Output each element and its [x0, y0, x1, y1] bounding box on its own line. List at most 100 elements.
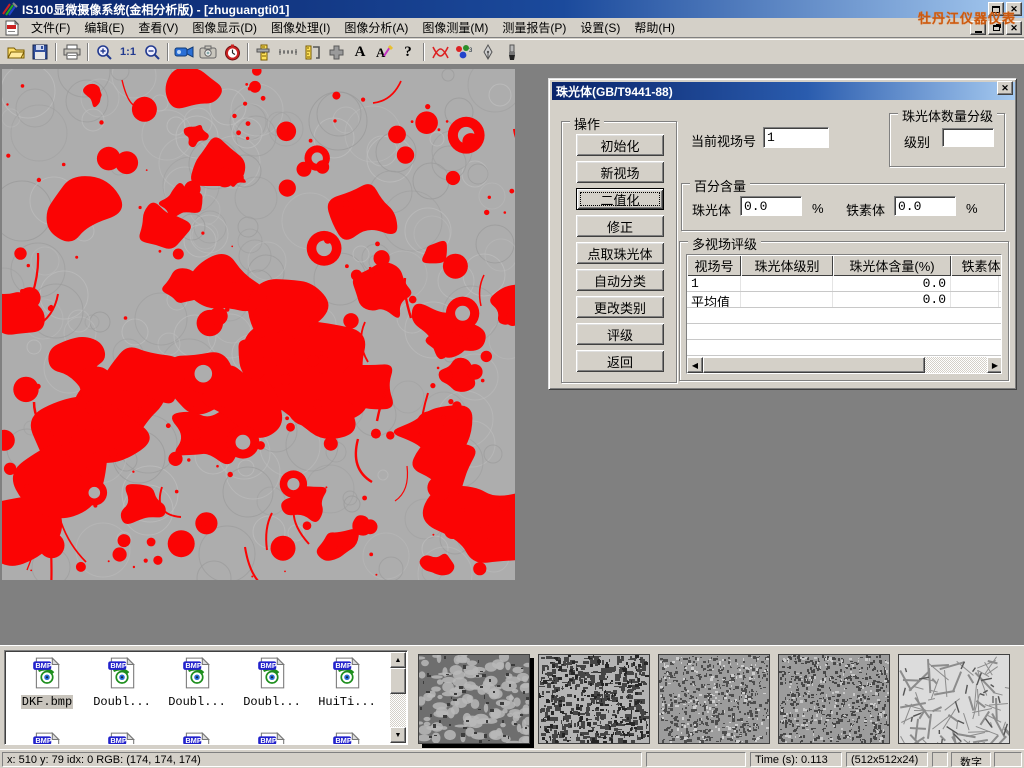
help-button[interactable]: ?	[396, 41, 420, 63]
timer-button[interactable]	[220, 41, 244, 63]
print-button[interactable]	[60, 41, 84, 63]
status-empty-2	[932, 752, 948, 767]
rating-table[interactable]: 视场号 珠光体级别 珠光体含量(%) 铁素体 1 0.0 平均值	[686, 254, 1002, 374]
image-size-status: (512x512x24)	[846, 752, 928, 767]
file-item[interactable]: BMPDoubl...	[161, 656, 233, 709]
file-item-partial[interactable]: BMP	[11, 731, 83, 745]
label-points-button[interactable]: 3	[452, 41, 476, 63]
scroll-left-button[interactable]: ◀	[687, 357, 703, 373]
change-class-button[interactable]: 更改类别	[576, 296, 664, 318]
menu-image-measure[interactable]: 图像测量(M)	[415, 17, 495, 38]
table-hscrollbar[interactable]: ◀ ▶	[687, 357, 1002, 373]
file-item[interactable]: BMP Doubl...	[236, 656, 308, 709]
caliper-measure-button[interactable]	[300, 41, 324, 63]
dialog-close-button[interactable]: ✕	[997, 81, 1013, 95]
app-icon	[2, 2, 18, 16]
scroll-track[interactable]	[703, 357, 987, 373]
file-item[interactable]: BMPHuiTi...	[311, 656, 383, 709]
gallery-panel: BMPDKF.bmpBMPDoubl...BMPDoubl...BMPDoubl…	[0, 645, 1024, 748]
grading-group-label: 珠光体数量分级	[898, 106, 997, 125]
scroll-thumb[interactable]	[390, 668, 406, 694]
svg-text:BMP: BMP	[260, 661, 277, 670]
snapshot-button[interactable]	[196, 41, 220, 63]
mode-status: 数字	[951, 752, 991, 767]
cross-move-icon	[328, 44, 345, 61]
ferrite-percent-input[interactable]	[894, 196, 956, 216]
file-list-vscrollbar[interactable]: ▲▼	[390, 652, 406, 743]
status-empty-3	[994, 752, 1022, 767]
micrograph-image[interactable]	[2, 69, 515, 580]
new-field-button[interactable]: 新视场	[576, 161, 664, 183]
pearlite-percent-input[interactable]	[740, 196, 802, 216]
pick-pearlite-button[interactable]: 点取珠光体	[576, 242, 664, 264]
menu-report[interactable]: 测量报告(P)	[495, 17, 573, 38]
caliper-vertical-button[interactable]	[252, 41, 276, 63]
brush-tool-button[interactable]	[500, 41, 524, 63]
menu-edit[interactable]: 编辑(E)	[77, 17, 131, 38]
scroll-right-button[interactable]: ▶	[987, 357, 1002, 373]
menu-help[interactable]: 帮助(H)	[627, 17, 682, 38]
cell-ferrite	[951, 292, 999, 307]
table-row[interactable]: 1 0.0	[687, 276, 1001, 292]
grade-label: 级别	[904, 132, 930, 151]
binarize-button[interactable]: 二值化	[576, 188, 664, 210]
zoom-out-button[interactable]	[140, 41, 164, 63]
file-item[interactable]: BMPDKF.bmp	[11, 656, 83, 709]
svg-text:BMP: BMP	[110, 736, 127, 745]
cell-grade	[741, 276, 833, 291]
menu-image-process[interactable]: 图像处理(I)	[264, 17, 337, 38]
file-name: Doubl...	[242, 695, 302, 709]
save-button[interactable]	[28, 41, 52, 63]
move-button[interactable]	[324, 41, 348, 63]
svg-text:BMP: BMP	[35, 661, 52, 670]
text-annotate-button[interactable]: A	[348, 41, 372, 63]
file-item-partial[interactable]: BMP	[86, 731, 158, 745]
table-row[interactable]: 平均值 0.0	[687, 292, 1001, 308]
correct-button[interactable]: 修正	[576, 215, 664, 237]
file-item-partial[interactable]: BMP	[161, 731, 233, 745]
current-field-input[interactable]	[763, 127, 829, 148]
file-list[interactable]: BMPDKF.bmpBMPDoubl...BMPDoubl...BMPDoubl…	[4, 650, 408, 745]
file-item-partial[interactable]: BMP	[236, 731, 308, 745]
thumbnail-4[interactable]	[778, 654, 890, 744]
scroll-up-button[interactable]: ▲	[390, 652, 406, 668]
open-file-button[interactable]	[4, 41, 28, 63]
auto-classify-button[interactable]: 自动分类	[576, 269, 664, 291]
text-edit-button[interactable]: A	[372, 41, 396, 63]
thumbnail-5[interactable]	[898, 654, 1010, 744]
file-item-partial[interactable]: BMP	[311, 731, 383, 745]
svg-text:BMP: BMP	[35, 736, 52, 745]
child-window-icon	[4, 20, 20, 36]
cell-grade	[741, 292, 833, 307]
dialog-title-bar[interactable]: 珠光体(GB/T9441-88)	[552, 82, 1015, 100]
curve-tool-button[interactable]	[428, 41, 452, 63]
menu-file[interactable]: 文件(F)	[24, 17, 77, 38]
scroll-down-button[interactable]: ▼	[390, 727, 406, 743]
file-item[interactable]: BMPDoubl...	[86, 656, 158, 709]
toolbar-separator	[87, 43, 89, 61]
ruler-horizontal-button[interactable]	[276, 41, 300, 63]
thumbnail-2[interactable]	[538, 654, 650, 744]
thumbnail-1[interactable]	[418, 654, 530, 744]
bmp-file-icon: BMP	[255, 656, 289, 690]
menu-settings[interactable]: 设置(S)	[573, 17, 627, 38]
table-row-empty	[687, 324, 1001, 340]
col-pearlite-pct: 珠光体含量(%)	[833, 255, 951, 276]
zoom-in-button[interactable]	[92, 41, 116, 63]
thumbnail-3[interactable]	[658, 654, 770, 744]
menu-view[interactable]: 查看(V)	[131, 17, 185, 38]
video-capture-button[interactable]	[172, 41, 196, 63]
bmp-file-icon: BMP	[330, 656, 364, 690]
menu-image-analysis[interactable]: 图像分析(A)	[337, 17, 415, 38]
scroll-thumb[interactable]	[703, 357, 925, 373]
menu-image-display[interactable]: 图像显示(D)	[185, 17, 264, 38]
cell-field-no: 平均值	[687, 292, 741, 307]
grade-input[interactable]	[942, 128, 994, 147]
svg-text:BMP: BMP	[185, 736, 202, 745]
cell-ferrite	[951, 276, 999, 291]
actual-size-button[interactable]: 1:1	[116, 41, 140, 63]
pen-tool-button[interactable]	[476, 41, 500, 63]
return-button[interactable]: 返回	[576, 350, 664, 372]
rate-button[interactable]: 评级	[576, 323, 664, 345]
initialize-button[interactable]: 初始化	[576, 134, 664, 156]
